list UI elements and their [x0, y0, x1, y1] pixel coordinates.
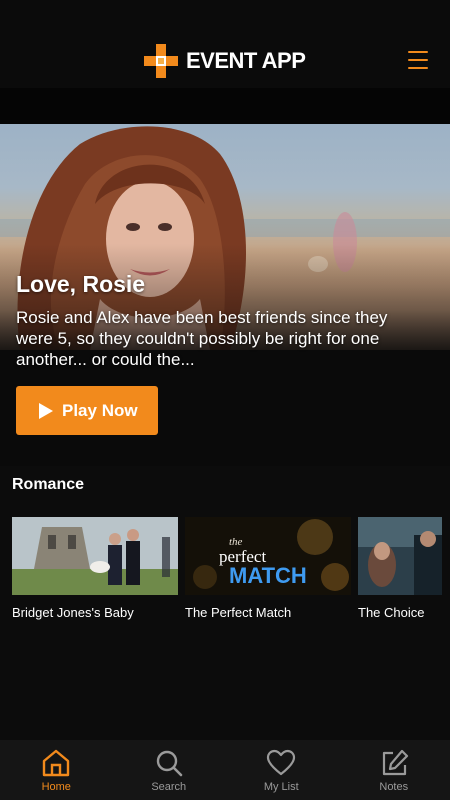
movie-thumbnail — [12, 517, 178, 595]
romance-section: Romance Bridget Jones's Baby the perfect… — [0, 466, 450, 740]
movie-title: The Choice — [358, 605, 425, 620]
hero-banner: Love, Rosie Rosie and Alex have been bes… — [0, 124, 450, 466]
poster-word-match: MATCH — [229, 563, 307, 588]
menu-icon-bar — [408, 67, 428, 69]
bridget-jones-poster — [12, 517, 178, 595]
tab-my-list[interactable]: My List — [225, 740, 338, 800]
menu-icon-bar — [408, 51, 428, 53]
menu-button[interactable] — [408, 51, 428, 69]
tab-label: Search — [151, 781, 187, 793]
perfect-match-poster: the perfect MATCH — [185, 517, 351, 595]
movie-card-the-choice[interactable]: The Choice — [358, 517, 442, 620]
section-title: Romance — [12, 476, 85, 493]
tab-notes[interactable]: Notes — [338, 740, 450, 800]
tab-search[interactable]: Search — [113, 740, 226, 800]
app-header: EVENT APP — [0, 0, 450, 88]
movie-title: The Perfect Match — [185, 605, 292, 620]
home-icon — [43, 749, 70, 777]
movie-card-bridget-jones[interactable]: Bridget Jones's Baby — [12, 517, 178, 620]
logo-icon — [144, 44, 178, 78]
header-spacer — [0, 88, 450, 124]
tab-label: Home — [41, 781, 71, 793]
tab-label: My List — [263, 781, 299, 793]
bottom-tab-bar: Home Search My List Notes — [0, 740, 450, 800]
movie-title: Bridget Jones's Baby — [12, 605, 134, 620]
movie-card-perfect-match[interactable]: the perfect MATCH The Perfect Match — [185, 517, 351, 620]
movie-thumbnail: the perfect MATCH — [185, 517, 351, 595]
hero-title: Love, Rosie — [16, 271, 146, 297]
play-icon — [39, 402, 53, 419]
app-logo[interactable]: EVENT APP — [144, 44, 306, 78]
edit-icon — [382, 749, 408, 776]
hero-description: Rosie and Alex have been best friends si… — [16, 308, 388, 369]
movie-thumbnail — [358, 517, 442, 595]
play-now-label: Play Now — [62, 400, 138, 420]
play-now-button[interactable]: Play Now — [16, 386, 158, 435]
brand-name: EVENT APP — [186, 48, 306, 73]
tab-label: Notes — [379, 781, 409, 793]
menu-icon-bar — [408, 59, 428, 61]
search-icon — [156, 750, 183, 777]
tab-home[interactable]: Home — [0, 740, 113, 800]
heart-icon — [267, 749, 296, 776]
the-choice-poster — [358, 517, 442, 595]
